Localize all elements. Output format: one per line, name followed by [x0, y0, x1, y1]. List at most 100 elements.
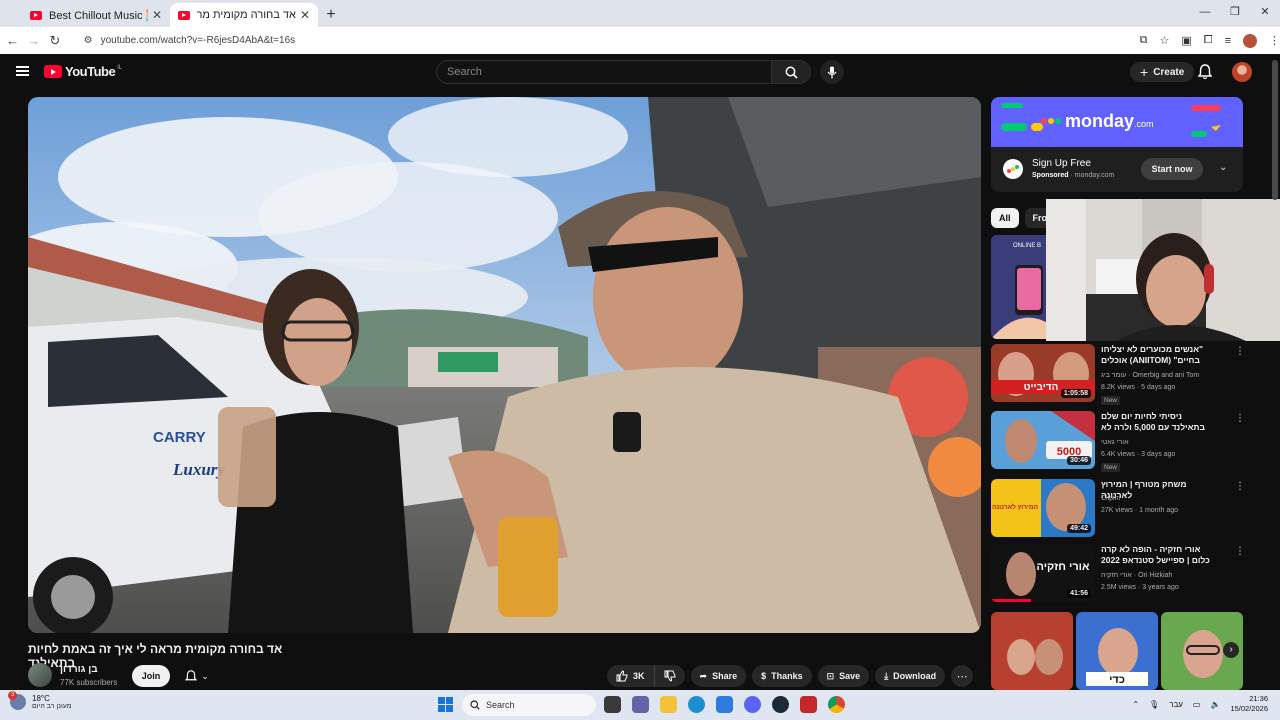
steam-icon[interactable] [772, 696, 789, 713]
weather-text: מעונן רב היום [32, 703, 72, 710]
more-options-icon[interactable]: ⋮ [1235, 346, 1245, 357]
rec-thumbnail[interactable]: הדיבייט 1:05:58 [991, 344, 1095, 402]
rec-channel[interactable]: אורי גאטי [1101, 439, 1128, 446]
chevron-right-icon[interactable]: › [1223, 642, 1239, 658]
ad-brand-suffix: .com [1134, 119, 1154, 129]
rec-thumbnail[interactable]: אורי חזקיה 41:56 [991, 544, 1095, 602]
edge-icon[interactable] [688, 696, 705, 713]
system-tray: ⌃ 🎙 עבר ▭ 🔈 21:36 15/02/2026 [1132, 694, 1268, 714]
file-explorer-icon[interactable] [660, 696, 677, 713]
rec-title[interactable]: "אנשים מכוערים לא יצליחו בחיים" (ANIITOM… [1101, 344, 1211, 366]
join-button[interactable]: Join [132, 665, 170, 687]
save-button[interactable]: ⊡ Save [817, 665, 870, 687]
rec-channel[interactable]: עומר ביג · Omerbig and ani Tom [1101, 372, 1199, 379]
ad-banner[interactable]: monday.com [991, 97, 1243, 147]
site-info-icon[interactable]: ⚙ [84, 35, 93, 46]
thanks-button[interactable]: $ Thanks [752, 665, 812, 687]
channel-name[interactable]: בן גורדון [60, 664, 98, 675]
youtube-logo[interactable]: YouTube IL [44, 64, 122, 79]
recommendation-item[interactable]: 5000 30:46 ניסיתי לחיות יום שלם בתאילנד … [991, 411, 1245, 472]
teams-icon[interactable] [632, 696, 649, 713]
rec-title[interactable]: אורי חזקיה - הופה לא קרה כלום | ספיישל ס… [1101, 544, 1211, 566]
recommendation-item[interactable]: הדיבייט 1:05:58 "אנשים מכוערים לא יצליחו… [991, 344, 1245, 405]
notifications-button[interactable] [1197, 64, 1213, 85]
discord-icon[interactable] [744, 696, 761, 713]
ad-cta-button[interactable]: Start now [1141, 158, 1203, 180]
thanks-icon: $ [761, 671, 767, 681]
create-button[interactable]: + Create [1130, 62, 1195, 82]
hamburger-menu-icon[interactable] [16, 66, 29, 76]
share-button[interactable]: ➦ Share [690, 665, 747, 687]
browser-tab-2[interactable]: אד בחורה מקומית מראה לי איך זה ✕ [170, 3, 318, 27]
maximize-button[interactable]: ❐ [1220, 0, 1250, 24]
account-avatar[interactable] [1232, 62, 1252, 82]
new-badge: New [1101, 463, 1121, 472]
recommendation-item[interactable]: המירוץ לארנונה 49:42 משחק מטורף | המירוץ… [991, 479, 1245, 539]
search-icon [785, 66, 798, 79]
volume-icon[interactable]: 🔈 [1210, 700, 1220, 709]
voice-search-button[interactable] [820, 60, 844, 84]
taskbar-search[interactable]: Search [462, 694, 596, 716]
subscribe-bell-button[interactable]: ⌄ [176, 665, 218, 687]
thumbnail-text: ONLINE B [1013, 243, 1041, 249]
dislike-button[interactable] [655, 665, 685, 687]
profile-avatar[interactable] [1242, 33, 1257, 48]
forward-icon[interactable]: → [23, 33, 44, 48]
minimize-button[interactable]: — [1190, 0, 1220, 24]
chip-all[interactable]: All [991, 208, 1019, 228]
menu-dots-icon[interactable]: ⋮ [1269, 34, 1280, 47]
network-icon[interactable]: ▭ [1193, 700, 1201, 709]
back-icon[interactable]: ← [2, 33, 23, 48]
weather-widget[interactable]: 3 18°C מעונן רב היום [8, 691, 72, 710]
page-scrollbar[interactable] [1272, 60, 1278, 200]
taskbar-search-label: Search [486, 700, 515, 710]
ad-title[interactable]: Sign Up Free [1032, 158, 1091, 169]
like-button[interactable]: 3K [607, 665, 655, 687]
rec-thumbnail[interactable]: 5000 30:46 [991, 411, 1095, 469]
bell-icon [1197, 64, 1213, 80]
sponsored-ad[interactable]: monday.com Sign Up Free Sponsored · mond… [991, 97, 1243, 192]
new-tab-button[interactable]: + [318, 3, 344, 27]
more-actions-button[interactable]: ⋯ [951, 665, 974, 687]
video-actions: 3K ➦ Share $ Thanks ⊡ Save ⤓ Download ⋯ [607, 665, 974, 687]
plus-icon: + [1140, 64, 1149, 80]
store-icon[interactable] [716, 696, 733, 713]
browser-tab-1[interactable]: Best Chillout Music 🌅 LOUNGE ✕ [22, 3, 170, 27]
microphone-tray-icon[interactable]: 🎙 [1149, 700, 1159, 709]
bookmark-star-icon[interactable]: ☆ [1159, 34, 1169, 47]
more-options-icon[interactable]: ⋮ [1235, 481, 1245, 492]
short-thumbnail[interactable] [991, 612, 1073, 690]
recommendation-item[interactable]: אורי חזקיה 41:56 אורי חזקיה - הופה לא קר… [991, 544, 1245, 604]
chevron-down-icon[interactable]: ⌄ [1219, 162, 1227, 173]
rec-thumbnail[interactable]: המירוץ לארנונה 49:42 [991, 479, 1095, 537]
task-view-icon[interactable] [604, 696, 621, 713]
media-icon[interactable]: ≡ [1225, 35, 1231, 47]
search-input[interactable]: Search [436, 60, 772, 84]
short-thumbnail[interactable]: › [1161, 612, 1243, 690]
language-indicator[interactable]: עבר [1169, 700, 1183, 709]
windows-start-icon[interactable] [438, 697, 453, 712]
clock[interactable]: 21:36 15/02/2026 [1230, 694, 1268, 714]
more-options-icon[interactable]: ⋮ [1235, 546, 1245, 557]
more-options-icon[interactable]: ⋮ [1235, 413, 1245, 424]
chrome-icon[interactable] [828, 696, 845, 713]
reload-icon[interactable]: ↻ [44, 33, 65, 49]
close-tab-icon[interactable]: ✕ [300, 8, 310, 22]
chevron-up-icon[interactable]: ⌃ [1132, 700, 1139, 709]
close-tab-icon[interactable]: ✕ [152, 8, 162, 22]
puzzle-icon[interactable]: ⧠ [1204, 34, 1213, 47]
channel-avatar[interactable] [28, 663, 52, 687]
cast-icon[interactable]: ⧉ [1140, 34, 1148, 47]
search-button[interactable] [771, 60, 811, 84]
sponsored-label: Sponsored [1032, 172, 1069, 179]
url-field[interactable]: ⚙ youtube.com/watch?v=-R6jesD4AbA&t=16s [72, 31, 1132, 51]
rec-channel[interactable]: אורי חזקיה · Ori Hizkiah [1101, 572, 1172, 579]
rec-title[interactable]: ניסיתי לחיות יום שלם בתאילנד עם 5,000 ול… [1101, 411, 1211, 433]
short-thumbnail[interactable]: כדי [1076, 612, 1158, 690]
extension-icon[interactable]: ▣ [1181, 34, 1191, 47]
game-app-icon[interactable] [800, 696, 817, 713]
video-player[interactable]: CARRY Luxury [28, 97, 981, 633]
rec-channel[interactable]: Clipim [1101, 495, 1120, 502]
close-window-button[interactable]: ✕ [1250, 0, 1280, 24]
download-button[interactable]: ⤓ Download [875, 665, 946, 687]
